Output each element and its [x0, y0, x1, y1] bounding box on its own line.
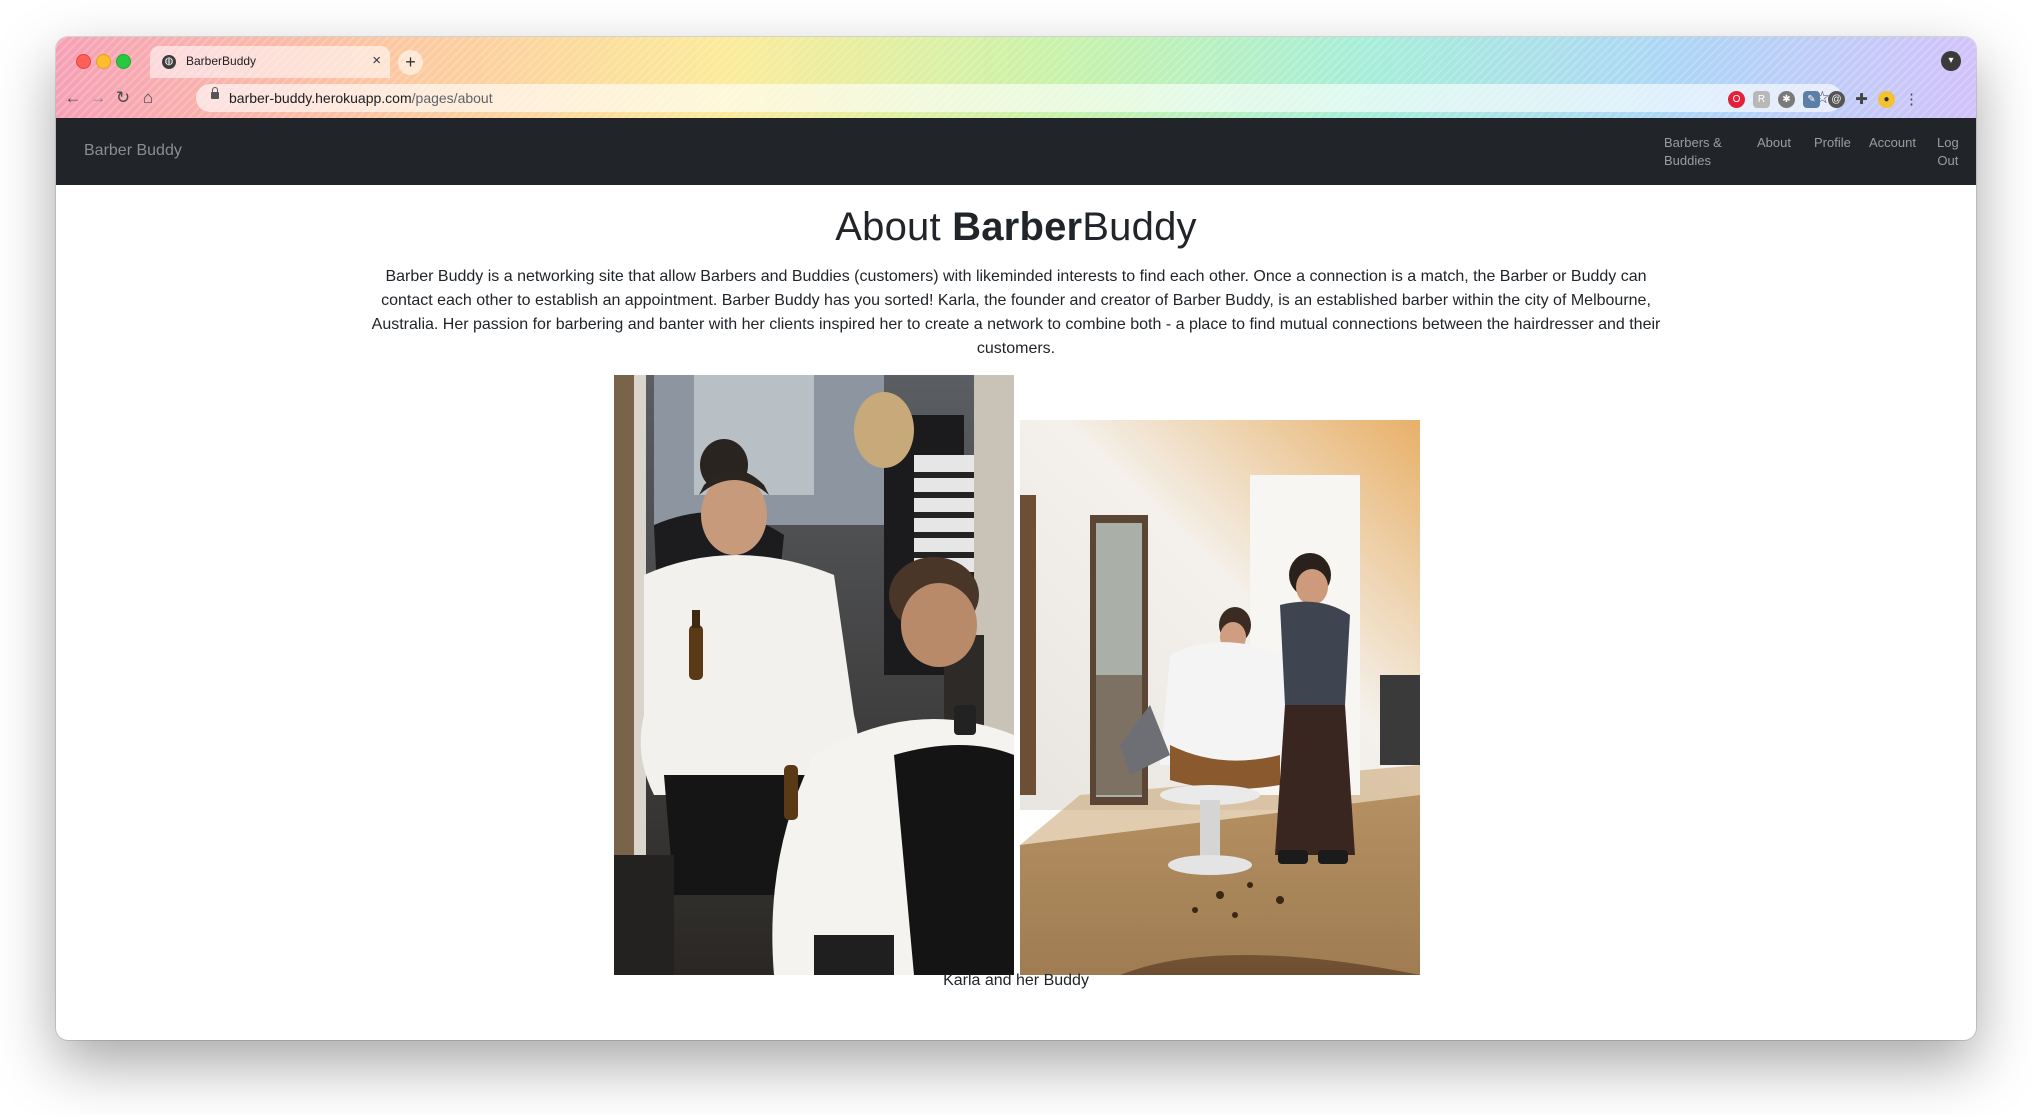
about-intro-paragraph: Barber Buddy is a networking site that a…: [371, 268, 1661, 357]
url-text[interactable]: barber-buddy.herokuapp.com/pages/about: [229, 90, 493, 106]
tab-title: BarberBuddy: [186, 54, 257, 68]
minimize-window-button[interactable]: [96, 54, 111, 69]
bug-extension-icon[interactable]: ✱: [1778, 91, 1795, 108]
address-bar[interactable]: barber-buddy.herokuapp.com/pages/about ☆: [196, 84, 1842, 112]
about-page-content: About BarberBuddy Barber Buddy is a netw…: [56, 185, 1976, 1040]
url-host: barber-buddy.herokuapp.com: [229, 90, 412, 106]
title-bold: Barber: [952, 205, 1083, 249]
back-arrow-icon[interactable]: ←: [62, 87, 84, 109]
reload-icon[interactable]: ↻: [112, 87, 134, 109]
title-prefix: About: [835, 205, 953, 249]
reader-extension-icon[interactable]: R: [1753, 91, 1770, 108]
site-navbar: Barber Buddy Barbers & Buddies About Pro…: [56, 118, 1976, 185]
zoom-window-button[interactable]: [116, 54, 131, 69]
mail-extension-icon[interactable]: @: [1828, 91, 1845, 108]
eyedropper-extension-icon[interactable]: ✎: [1803, 91, 1820, 108]
nav-link-about[interactable]: About: [1757, 134, 1791, 152]
browser-window: ◍ BarberBuddy × + ▾ ← → ↻ ⌂ barber-buddy…: [56, 37, 1976, 1040]
figure-caption: Karla and her Buddy: [943, 972, 1089, 989]
new-tab-button[interactable]: +: [398, 50, 423, 75]
nav-link-logout-line2: Out: [1937, 153, 1959, 168]
nav-link-barbers-line1: Barbers &: [1664, 135, 1722, 150]
nav-link-account[interactable]: Account: [1869, 134, 1916, 152]
browser-tab-active[interactable]: ◍ BarberBuddy ×: [150, 46, 390, 78]
nav-link-logout-line1: Log: [1937, 135, 1959, 150]
profile-avatar-icon[interactable]: ●: [1878, 91, 1895, 108]
close-window-button[interactable]: [76, 54, 91, 69]
kebab-menu-icon[interactable]: ⋮: [1903, 91, 1920, 108]
nav-link-barbers-buddies[interactable]: Barbers & Buddies: [1664, 134, 1722, 170]
browser-chrome: ◍ BarberBuddy × + ▾ ← → ↻ ⌂ barber-buddy…: [56, 37, 1976, 118]
navbar-brand[interactable]: Barber Buddy: [84, 142, 182, 160]
barber-photo-salon: [1020, 375, 1420, 975]
title-suffix: Buddy: [1082, 205, 1197, 249]
barber-photo-mirror: [614, 375, 1014, 975]
nav-link-barbers-line2: Buddies: [1664, 153, 1711, 168]
browser-toolbar: ← → ↻ ⌂ barber-buddy.herokuapp.com/pages…: [56, 81, 1976, 118]
nav-link-profile[interactable]: Profile: [1814, 134, 1851, 152]
lock-icon[interactable]: [211, 87, 219, 99]
about-figure: [614, 375, 1420, 975]
tab-search-icon[interactable]: ▾: [1941, 51, 1961, 71]
page-title: About BarberBuddy: [56, 205, 1976, 250]
home-icon[interactable]: ⌂: [137, 87, 159, 109]
tab-close-icon[interactable]: ×: [372, 52, 381, 69]
globe-icon: ◍: [162, 55, 176, 69]
opera-extension-icon[interactable]: O: [1728, 91, 1745, 108]
forward-arrow-icon[interactable]: →: [87, 87, 109, 109]
nav-link-logout[interactable]: Log Out: [1937, 134, 1959, 170]
url-path: /pages/about: [411, 90, 493, 106]
puzzle-icon[interactable]: ✚: [1853, 91, 1870, 108]
